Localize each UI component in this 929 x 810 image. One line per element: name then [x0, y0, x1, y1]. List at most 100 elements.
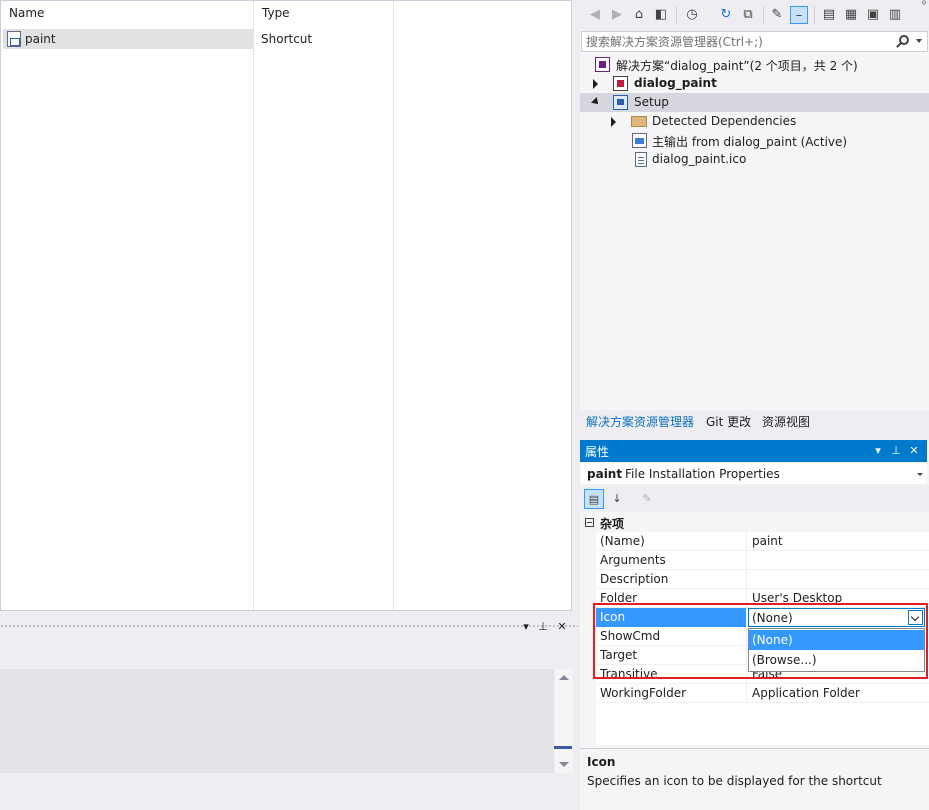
output-panel: ▾ ⊥ ✕	[0, 616, 578, 810]
tree-item-label: Detected Dependencies	[652, 114, 797, 128]
file-type: Shortcut	[261, 32, 313, 46]
solution-icon	[595, 57, 610, 72]
tree-item-dialog-paint[interactable]: dialog_paint	[580, 74, 929, 93]
scroll-down-icon[interactable]	[559, 762, 569, 767]
property-name: Arguments	[596, 551, 747, 570]
properties-title: 属性	[585, 445, 610, 459]
scroll-marker	[554, 746, 572, 749]
close-button[interactable]: ✕	[907, 443, 921, 459]
alphabetical-icon[interactable]: ↓	[607, 489, 627, 509]
back-icon[interactable]: ◀	[586, 6, 604, 24]
pin-button[interactable]: ⊥	[889, 443, 903, 459]
name-column: Name	[1, 1, 254, 610]
annotation-highlight-box	[593, 603, 928, 679]
pin-button[interactable]: ⊥	[535, 619, 551, 635]
type-column: Type	[254, 1, 394, 610]
tree-item-label: Setup	[634, 95, 669, 109]
property-row-workingfolder[interactable]: WorkingFolder Application Folder	[596, 684, 929, 703]
shortcut-file-icon	[7, 31, 21, 47]
category-label: 杂项	[600, 517, 625, 531]
file-system-view: Name Type paint Shortcut	[0, 0, 572, 611]
window-position-button[interactable]: ▾	[871, 443, 885, 459]
category-misc[interactable]: 杂项	[580, 513, 929, 532]
description-title: Icon	[587, 755, 616, 769]
scroll-up-icon[interactable]	[559, 675, 569, 680]
solution-explorer: ◀ ▶ ⌂ ◧ ◷ ↻ ⧉ ✎ – ▤ ▦ ▣ ▥ ⁰ 解决方案“dialog_…	[580, 0, 929, 434]
collapse-all-icon[interactable]: ⧉	[739, 6, 757, 24]
home-icon[interactable]: ⌂	[630, 6, 648, 24]
solution-search-box[interactable]	[581, 31, 928, 52]
chevron-down-icon[interactable]	[917, 473, 923, 476]
wrench-icon[interactable]: ✎	[768, 6, 786, 24]
property-row-arguments[interactable]: Arguments	[596, 551, 929, 570]
tree-item-setup[interactable]: Setup	[580, 93, 929, 112]
solution-explorer-tabs: 解决方案资源管理器 Git 更改 资源视图	[580, 410, 929, 434]
solution-search-input[interactable]	[582, 32, 882, 51]
preview-selected-icon[interactable]: –	[790, 6, 808, 24]
setup-project-icon	[613, 95, 628, 110]
object-type: File Installation Properties	[625, 467, 780, 481]
forward-icon[interactable]: ▶	[608, 6, 626, 24]
tree-item-solution[interactable]: 解决方案“dialog_paint”(2 个项目，共 2 个)	[580, 55, 929, 74]
switch-views-icon[interactable]: ◧	[652, 6, 670, 24]
primary-output-icon	[632, 133, 647, 148]
expand-arrow-icon[interactable]	[593, 79, 598, 89]
tab-git-changes[interactable]: Git 更改	[706, 413, 751, 430]
name-column-header[interactable]: Name	[9, 6, 44, 20]
property-row-description[interactable]: Description	[596, 570, 929, 589]
search-icon[interactable]	[899, 35, 909, 45]
property-value[interactable]	[748, 551, 929, 570]
output-panel-content[interactable]	[0, 669, 554, 773]
type-column-header[interactable]: Type	[262, 6, 290, 20]
property-pages-wrench-icon[interactable]: ✎	[637, 489, 657, 509]
properties-toolbar: ▤ ↓ ✎	[580, 486, 929, 512]
expand-arrow-icon[interactable]	[611, 117, 616, 127]
close-panel-button[interactable]: ✕	[554, 619, 570, 635]
tree-item-label: 主输出 from dialog_paint (Active)	[652, 135, 848, 149]
object-name: paint	[587, 467, 623, 481]
tree-item-detected-dependencies[interactable]: Detected Dependencies	[580, 112, 929, 131]
property-value[interactable]: paint	[748, 532, 929, 551]
toolbar-separator	[676, 6, 677, 24]
property-name: Description	[596, 570, 747, 589]
file-type-cell[interactable]: Shortcut	[254, 29, 394, 49]
property-description-pane: Icon Specifies an icon to be displayed f…	[580, 748, 929, 810]
tab-solution-explorer[interactable]: 解决方案资源管理器	[586, 413, 694, 430]
collapse-category-icon[interactable]	[585, 518, 594, 527]
file-system-editor-icon[interactable]: ▤	[820, 6, 838, 24]
file-row-paint[interactable]: paint	[3, 29, 253, 49]
toolbar-separator	[814, 6, 815, 24]
tree-item-label: dialog_paint.ico	[652, 152, 747, 166]
refresh-icon[interactable]: ↻	[717, 6, 735, 24]
panel-dropdown-button[interactable]: ▾	[518, 619, 534, 635]
registry-editor-icon[interactable]: ▦	[842, 6, 860, 24]
tree-item-dialog-paint-ico[interactable]: dialog_paint.ico	[580, 150, 929, 169]
tab-resource-view[interactable]: 资源视图	[762, 413, 810, 430]
tree-item-primary-output[interactable]: 主输出 from dialog_paint (Active)	[580, 131, 929, 150]
tree-item-label: 解决方案“dialog_paint”(2 个项目，共 2 个)	[616, 59, 858, 73]
categorized-icon[interactable]: ▤	[584, 489, 604, 509]
collapse-arrow-icon[interactable]	[591, 97, 601, 107]
tree-item-label: dialog_paint	[634, 76, 717, 90]
file-types-editor-icon[interactable]: ▣	[864, 6, 882, 24]
empty-column	[394, 1, 572, 610]
search-options-chevron-icon[interactable]	[916, 39, 922, 43]
output-panel-titlebar[interactable]: ▾ ⊥ ✕	[0, 616, 578, 638]
folder-icon	[631, 116, 647, 127]
solution-explorer-toolbar: ◀ ▶ ⌂ ◧ ◷ ↻ ⧉ ✎ – ▤ ▦ ▣ ▥ ⁰	[580, 0, 929, 31]
properties-titlebar[interactable]: 属性 ▾ ⊥ ✕	[580, 440, 927, 462]
object-selector[interactable]: paint File Installation Properties	[581, 463, 927, 485]
property-value[interactable]	[748, 570, 929, 589]
pending-changes-icon[interactable]: ◷	[683, 6, 701, 24]
vertical-scrollbar[interactable]	[555, 669, 573, 773]
property-name: WorkingFolder	[596, 684, 747, 703]
description-text: Specifies an icon to be displayed for th…	[587, 774, 882, 788]
user-interface-editor-icon[interactable]: ▥	[886, 6, 904, 24]
properties-window: 属性 ▾ ⊥ ✕ paint File Installation Propert…	[580, 440, 929, 810]
property-row-name[interactable]: (Name) paint	[596, 532, 929, 551]
property-value[interactable]: Application Folder	[748, 684, 929, 703]
toolbar-separator	[763, 6, 764, 24]
toolbar-overflow-icon[interactable]: ⁰	[922, 0, 926, 11]
file-icon	[635, 152, 647, 167]
cpp-project-icon	[613, 76, 628, 91]
